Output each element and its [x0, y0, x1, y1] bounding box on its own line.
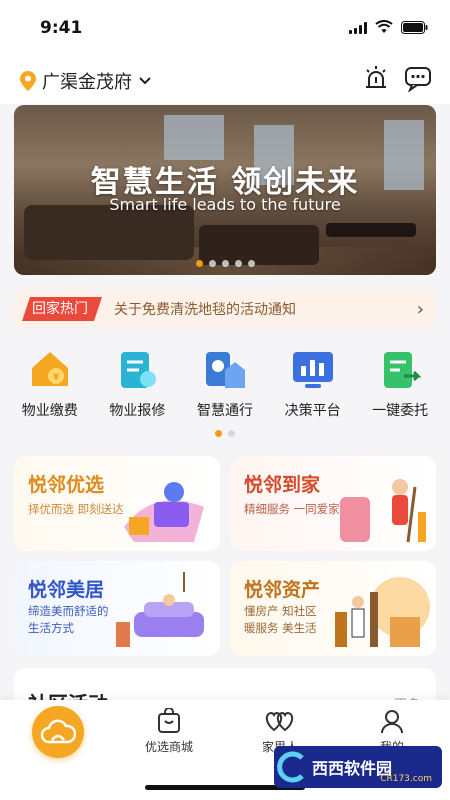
battery-icon: [401, 20, 428, 34]
chart-screen-icon: [292, 352, 333, 388]
card-subtitle: 懂房产 知社区 暖服务 美生活: [244, 603, 317, 637]
community-selector[interactable]: 广渠金茂府: [20, 68, 152, 94]
smart-pass-icon: [205, 352, 245, 388]
card-title: 悦邻优选: [28, 474, 105, 496]
shopping-bag-icon: [158, 708, 180, 733]
card-subtitle-line: 暖服务 美生活: [244, 621, 317, 635]
tab-label: 优选商城: [144, 740, 193, 754]
banner-dot[interactable]: [195, 260, 203, 267]
service-page-dot[interactable]: [215, 430, 222, 437]
location-pin-icon: [20, 71, 36, 91]
card-subtitle: 缔造美而舒适的 生活方式: [28, 603, 109, 637]
service-label: 物业缴费: [21, 403, 78, 419]
banner-table: [326, 223, 416, 237]
app-screen: 9:41 广渠金茂府 智慧生活 领创未来 Smart life leads to…: [0, 0, 450, 800]
card-subtitle: 精细服务 一同爱家: [244, 502, 340, 516]
card-meiju[interactable]: 悦邻美居 缔造美而舒适的 生活方式: [14, 561, 220, 656]
service-grid: ¥ 物业缴费 物业报修 智慧通行 决策平台 一键委托: [0, 348, 450, 420]
card-youxuan[interactable]: 悦邻优选 择优而选 即刻送达: [14, 456, 220, 551]
chevron-down-icon: [139, 77, 151, 85]
tab-home[interactable]: [32, 706, 84, 758]
banner-dot[interactable]: [221, 260, 229, 267]
card-subtitle-line: 缔造美而舒适的: [28, 604, 109, 618]
wifi-icon: [375, 20, 393, 33]
city-illustration: [335, 577, 430, 647]
tab-bar: 优选商城 家里人 我的 西西软件园 CR173.com: [0, 700, 450, 800]
shopping-illustration: [124, 482, 204, 542]
service-repair[interactable]: 物业报修: [94, 348, 182, 420]
card-zichan[interactable]: 悦邻资产 懂房产 知社区 暖服务 美生活: [230, 561, 436, 656]
card-title: 悦邻到家: [244, 474, 321, 496]
service-label: 决策平台: [284, 403, 341, 419]
user-icon: [381, 710, 403, 734]
status-icons: [349, 20, 428, 34]
service-label: 智慧通行: [196, 403, 253, 419]
alarm-light-icon[interactable]: [362, 64, 390, 92]
cleaning-illustration: [340, 479, 426, 543]
service-decision[interactable]: 决策平台: [269, 348, 357, 420]
repair-doc-icon: [121, 352, 157, 388]
chevron-right-icon: ›: [416, 298, 424, 320]
service-page-dot[interactable]: [228, 430, 235, 437]
sofa-illustration: [116, 572, 204, 647]
banner-ottoman: [199, 225, 319, 265]
card-title: 悦邻资产: [244, 579, 321, 601]
message-icon[interactable]: [404, 64, 432, 92]
svg-text:¥: ¥: [53, 372, 59, 383]
signal-icon: [349, 21, 367, 34]
service-label: 物业报修: [109, 403, 166, 419]
card-daojia[interactable]: 悦邻到家 精细服务 一同爱家: [230, 456, 436, 551]
watermark-logo: 西西软件园 CR173.com: [274, 746, 442, 788]
card-subtitle-line: 生活方式: [28, 621, 74, 635]
watermark-url: CR173.com: [380, 774, 432, 784]
house-coin-icon: ¥: [31, 352, 68, 386]
watermark-c-icon: [277, 751, 304, 783]
status-time: 9:41: [40, 18, 83, 38]
banner-subtitle: Smart life leads to the future: [109, 195, 341, 214]
card-title: 悦邻美居: [28, 579, 105, 601]
status-bar: 9:41: [0, 0, 450, 56]
hearts-icon: [265, 711, 294, 732]
banner-dot[interactable]: [234, 260, 242, 267]
banner-pagination[interactable]: [14, 260, 436, 267]
card-subtitle: 择优而选 即刻送达: [28, 502, 124, 516]
cloud-home-icon: [40, 719, 76, 744]
notice-text: 关于免费清洗地毯的活动通知: [114, 302, 296, 318]
delegate-doc-icon: [384, 352, 422, 388]
notice-tag: 回家热门: [22, 297, 102, 321]
service-label: 一键委托: [372, 403, 429, 419]
service-pagination[interactable]: [0, 430, 450, 437]
top-header: 广渠金茂府: [0, 56, 450, 104]
community-name: 广渠金茂府: [42, 72, 132, 93]
banner-dot[interactable]: [208, 260, 216, 267]
tab-mall[interactable]: 优选商城: [129, 708, 209, 755]
banner-dot[interactable]: [247, 260, 255, 267]
card-subtitle-line: 懂房产 知社区: [244, 604, 317, 618]
service-smart-pass[interactable]: 智慧通行: [181, 348, 269, 420]
service-property-fee[interactable]: ¥ 物业缴费: [6, 348, 94, 420]
notice-bar[interactable]: 回家热门 关于免费清洗地毯的活动通知 ›: [14, 290, 436, 328]
service-delegate[interactable]: 一键委托: [356, 348, 444, 420]
banner-window: [164, 115, 224, 160]
promo-banner[interactable]: 智慧生活 领创未来 Smart life leads to the future: [14, 105, 436, 275]
